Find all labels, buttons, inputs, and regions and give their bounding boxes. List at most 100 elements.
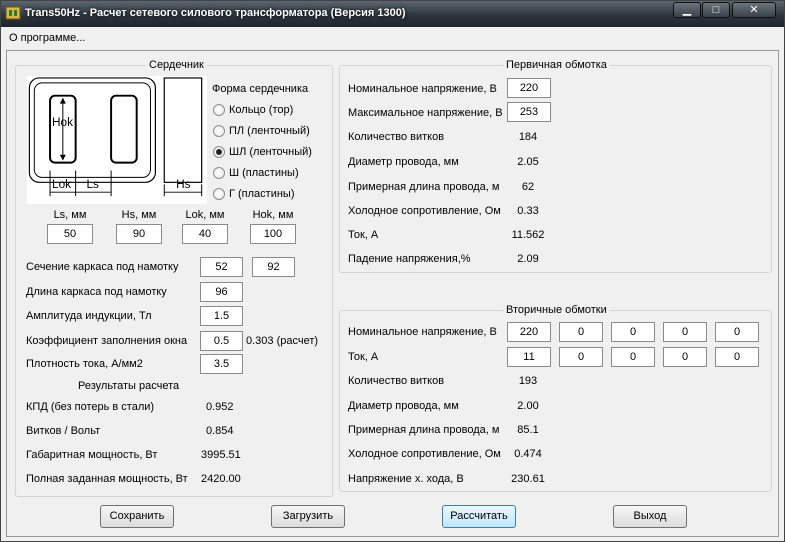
result-label: Витков / Вольт (26, 425, 101, 437)
primary-group: Первичная обмотка (339, 59, 772, 273)
secondary-voltage-input-2[interactable]: 0 (559, 322, 603, 342)
secondary-current-input-3[interactable]: 0 (611, 347, 655, 367)
shape-label[interactable]: ШЛ (ленточный) (229, 146, 312, 158)
primary-row-value: 2.05 (517, 156, 539, 168)
result-value: 0.952 (206, 401, 234, 413)
hs-input[interactable]: 90 (116, 224, 162, 244)
primary-row-label: Примерная длина провода, м (348, 181, 500, 193)
secondary-row-value: 230.61 (511, 473, 545, 485)
induction-input[interactable]: 1.5 (200, 306, 243, 326)
app-window: Trans50Hz - Расчет сетевого силового тра… (0, 0, 785, 542)
save-button[interactable]: Сохранить (100, 505, 174, 528)
result-value: 3995.51 (201, 449, 241, 461)
hok-input[interactable]: 100 (250, 224, 296, 244)
primary-group-title: Первичная обмотка (503, 59, 610, 71)
shape-label[interactable]: ПЛ (ленточный) (229, 125, 310, 137)
shape-label[interactable]: Ш (пластины) (229, 167, 299, 179)
secondary-row-label: Примерная длина провода, м (348, 424, 500, 436)
frame-length-input[interactable]: 96 (200, 282, 243, 302)
primary-max-voltage-label: Максимальное напряжение, В (348, 107, 503, 119)
load-button[interactable]: Загрузить (271, 505, 345, 528)
primary-row-value: 2.09 (517, 253, 539, 265)
secondary-current-input-1[interactable]: 11 (507, 347, 551, 367)
secondary-current-label: Ток, А (348, 351, 379, 363)
shape-label[interactable]: Г (пластины) (229, 188, 295, 200)
maximize-button[interactable]: □ (702, 2, 730, 18)
secondary-current-input-5[interactable]: 0 (715, 347, 759, 367)
secondary-row-label: Напряжение х. хода, В (348, 473, 464, 485)
close-button[interactable]: ✕ (732, 2, 776, 18)
app-icon (5, 6, 21, 20)
primary-max-voltage-input[interactable]: 253 (507, 102, 551, 122)
secondary-voltage-input-5[interactable]: 0 (715, 322, 759, 342)
primary-nominal-voltage-input[interactable]: 220 (507, 78, 551, 98)
primary-row-label: Холодное сопротивление, Ом (348, 205, 501, 217)
title-bar: Trans50Hz - Расчет сетевого силового тра… (1, 1, 784, 27)
secondary-row-value: 193 (518, 375, 538, 387)
primary-row-value: 62 (521, 181, 535, 193)
secondary-row-value: 0.474 (514, 448, 542, 460)
maximize-icon: □ (712, 4, 720, 16)
secondary-row-label: Количество витков (348, 375, 445, 387)
result-label: КПД (без потерь в стали) (26, 401, 155, 413)
dim-label-hok: Hok, мм (252, 209, 294, 221)
ls-label: Ls (86, 177, 99, 191)
secondary-current-input-4[interactable]: 0 (663, 347, 707, 367)
core-shape-title: Форма сердечника (212, 83, 309, 95)
secondary-group-title: Вторичные обмотки (503, 304, 610, 316)
minimize-icon: ▁ (682, 4, 692, 16)
secondary-row-label: Диаметр провода, мм (348, 400, 459, 412)
dim-label-ls: Ls, мм (53, 209, 87, 221)
calculate-button[interactable]: Рассчитать (442, 505, 516, 528)
secondary-voltage-label: Номинальное напряжение, В (348, 326, 497, 338)
primary-row-label: Количество витков (348, 131, 445, 143)
fill-factor-label: Коэффициент заполнения окна (26, 335, 188, 347)
main-panel: Сердечник Hok Lok Ls Hs Форма сердечника (6, 50, 779, 537)
radio-button-selected[interactable] (213, 146, 225, 158)
result-label: Габаритная мощность, Вт (26, 449, 158, 461)
fill-factor-input[interactable]: 0.5 (200, 331, 243, 351)
lok-input[interactable]: 40 (182, 224, 228, 244)
secondary-voltage-input-4[interactable]: 0 (663, 322, 707, 342)
primary-row-value: 184 (518, 131, 538, 143)
close-icon: ✕ (749, 4, 759, 16)
minimize-button[interactable]: ▁ (673, 2, 701, 18)
primary-nominal-voltage-label: Номинальное напряжение, В (348, 83, 497, 95)
lok-label: Lok (52, 177, 71, 191)
result-value: 2420.00 (201, 473, 241, 485)
frame-section-label: Сечение каркаса под намотку (26, 261, 179, 273)
menu-about[interactable]: О программе... (9, 32, 85, 44)
radio-button[interactable] (213, 104, 225, 116)
window-title: Trans50Hz - Расчет сетевого силового тра… (25, 7, 406, 19)
results-title: Результаты расчета (78, 380, 180, 392)
dim-label-lok: Lok, мм (185, 209, 225, 221)
dim-label-hs: Hs, мм (121, 209, 157, 221)
primary-row-value: 0.33 (517, 205, 539, 217)
primary-row-label: Диаметр провода, мм (348, 156, 459, 168)
frame-section-b-input[interactable]: 92 (252, 257, 295, 277)
secondary-row-value: 2.00 (517, 400, 539, 412)
exit-button[interactable]: Выход (613, 505, 687, 528)
core-diagram: Hok Lok Ls Hs (27, 76, 207, 204)
current-density-label: Плотность тока, А/мм2 (26, 358, 143, 370)
radio-button[interactable] (213, 125, 225, 137)
hok-label: Hok (52, 115, 73, 129)
current-density-input[interactable]: 3.5 (200, 354, 243, 374)
shape-label[interactable]: Кольцо (тор) (229, 104, 293, 116)
fill-factor-calculated: 0.303 (расчет) (246, 335, 319, 347)
secondary-row-value: 85.1 (517, 424, 539, 436)
hs-label: Hs (176, 177, 191, 191)
result-value: 0.854 (206, 425, 234, 437)
secondary-voltage-input-1[interactable]: 220 (507, 322, 551, 342)
radio-button[interactable] (213, 188, 225, 200)
frame-section-a-input[interactable]: 52 (200, 257, 243, 277)
menu-bar: О программе... (1, 27, 784, 49)
primary-row-label: Падение напряжения,% (348, 253, 471, 265)
primary-row-value: 11.562 (511, 229, 545, 241)
secondary-row-label: Холодное сопротивление, Ом (348, 448, 501, 460)
ls-input[interactable]: 50 (47, 224, 93, 244)
secondary-voltage-input-3[interactable]: 0 (611, 322, 655, 342)
radio-button[interactable] (213, 167, 225, 179)
induction-label: Амплитуда индукции, Тл (26, 310, 152, 322)
secondary-current-input-2[interactable]: 0 (559, 347, 603, 367)
